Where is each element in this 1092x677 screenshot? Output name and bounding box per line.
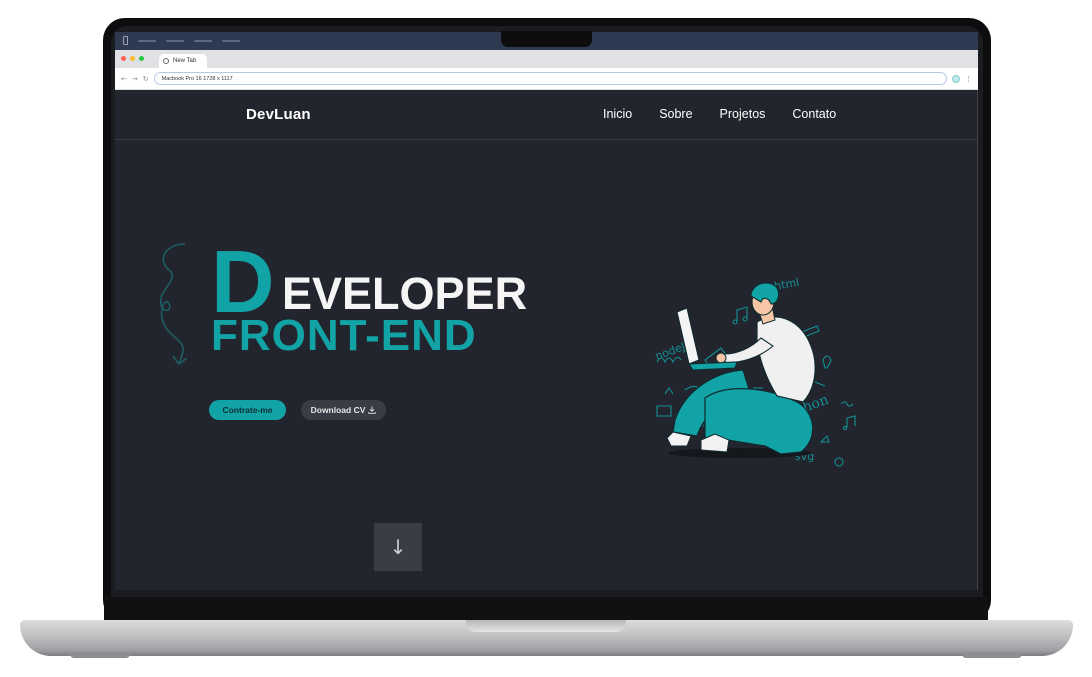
menubar-item[interactable] xyxy=(222,40,241,42)
arrow-down-icon: ↓ xyxy=(389,535,407,559)
nav-link-contato[interactable]: Contato xyxy=(792,107,836,121)
reload-icon[interactable]: ↻ xyxy=(143,75,149,83)
scroll-down-button[interactable]: ↓ xyxy=(374,523,422,571)
download-cv-label: Download CV xyxy=(310,405,366,415)
apple-icon[interactable]:  xyxy=(123,36,128,46)
laptop-foot xyxy=(70,654,130,658)
browser-tab[interactable]: New Tab xyxy=(159,54,207,68)
nav-link-sobre[interactable]: Sobre xyxy=(659,107,692,121)
back-icon[interactable]: ← xyxy=(121,75,127,83)
site-logo[interactable]: DevLuan xyxy=(246,106,311,123)
decorative-swirl-icon xyxy=(160,243,188,365)
profile-avatar[interactable] xyxy=(952,74,960,83)
menubar-item[interactable] xyxy=(138,40,157,42)
laptop-chin xyxy=(104,597,988,622)
laptop-mockup:  New Tab ← → ↻ Macbook Pro 16 1728 x 11… xyxy=(0,0,1092,677)
laptop-foot xyxy=(962,654,1022,658)
close-window-button[interactable] xyxy=(121,56,126,61)
scrollbar-edge xyxy=(977,90,978,590)
globe-icon xyxy=(163,58,169,64)
forward-icon[interactable]: → xyxy=(132,75,138,83)
developer-illustration: nodeJS html AWS Python Ats svg JS xyxy=(654,276,856,467)
hero-subtitle: FRONT-END xyxy=(211,311,477,360)
tab-title: New Tab xyxy=(173,58,197,64)
window-controls xyxy=(121,56,144,61)
camera-notch xyxy=(501,31,592,47)
site-header: DevLuan Inicio Sobre Projetos Contato xyxy=(115,90,978,140)
site-nav: Inicio Sobre Projetos Contato xyxy=(603,107,836,121)
laptop-lid-groove xyxy=(466,620,626,632)
address-text: Macbook Pro 16 1728 x 1117 xyxy=(161,75,233,82)
hero-title-rest: EVELOPER xyxy=(282,268,528,319)
hire-me-button[interactable]: Contrate-me xyxy=(209,400,286,420)
download-icon xyxy=(368,406,377,414)
download-cv-button[interactable]: Download CV xyxy=(301,400,386,420)
website: DevLuan Inicio Sobre Projetos Contato D … xyxy=(115,90,978,590)
nav-link-projetos[interactable]: Projetos xyxy=(720,107,766,121)
browser-tab-strip: New Tab xyxy=(115,50,978,68)
screen:  New Tab ← → ↻ Macbook Pro 16 1728 x 11… xyxy=(115,32,978,590)
browser-toolbar: ← → ↻ Macbook Pro 16 1728 x 1117 ⋮ xyxy=(115,68,978,90)
address-bar[interactable]: Macbook Pro 16 1728 x 1117 xyxy=(153,72,947,85)
browser-menu-icon[interactable]: ⋮ xyxy=(965,75,972,83)
minimize-window-button[interactable] xyxy=(130,56,135,61)
menubar-item[interactable] xyxy=(194,40,213,42)
maximize-window-button[interactable] xyxy=(139,56,144,61)
menubar-item[interactable] xyxy=(166,40,185,42)
nav-link-inicio[interactable]: Inicio xyxy=(603,107,632,121)
